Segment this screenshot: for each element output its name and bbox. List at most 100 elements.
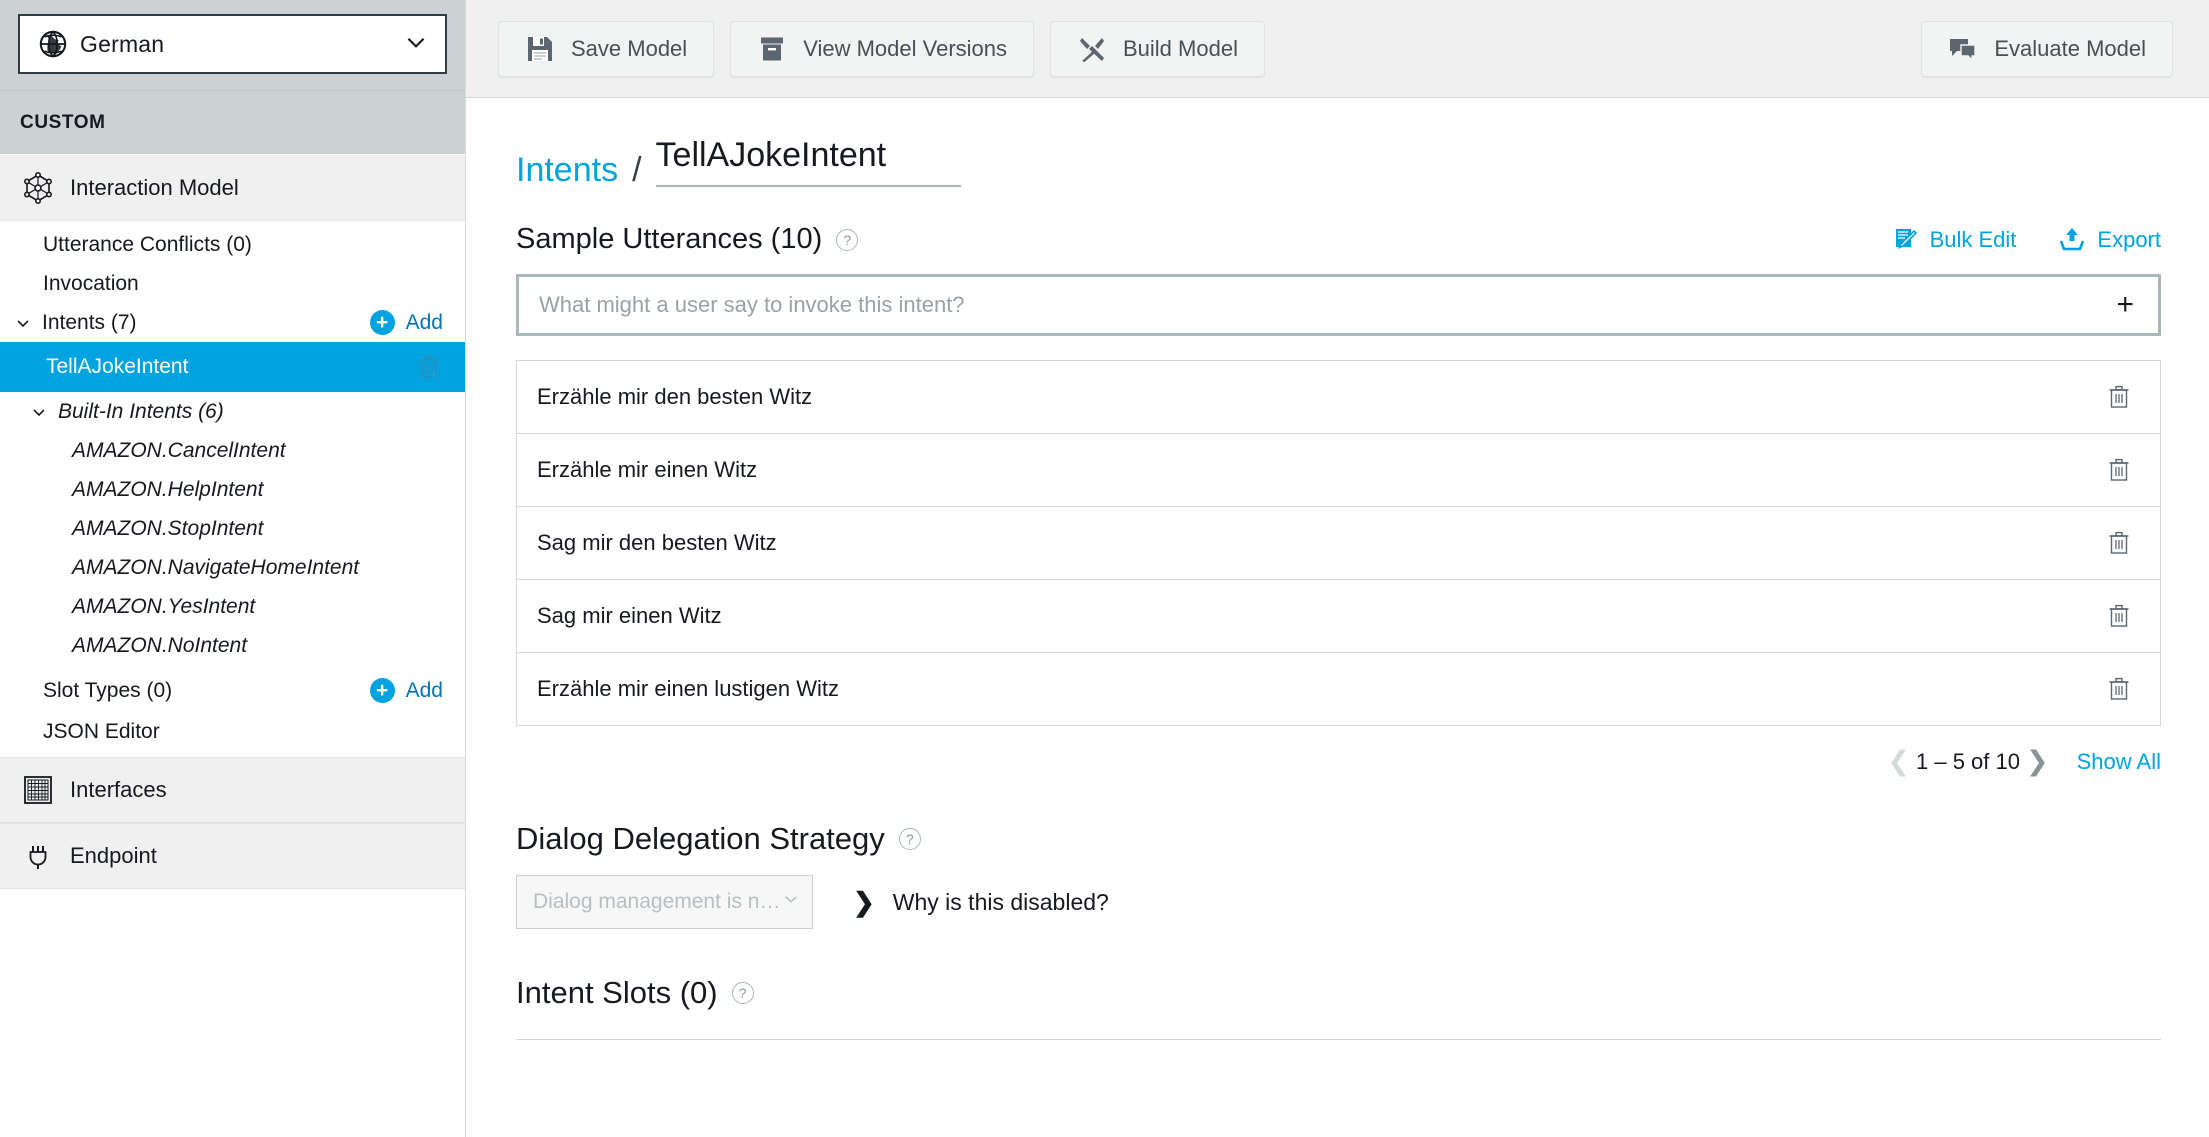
sidebar-item-label: Utterance Conflicts (0): [43, 232, 252, 256]
sidebar-item-utterance-conflicts[interactable]: Utterance Conflicts (0): [0, 225, 465, 264]
sidebar-item-built-in-intents[interactable]: Built-In Intents (6): [0, 392, 465, 431]
question-mark-icon[interactable]: ?: [731, 982, 754, 1004]
add-slot-type-button[interactable]: + Add: [369, 678, 465, 703]
utterance-text: Sag mir den besten Witz: [537, 530, 777, 555]
sidebar-tree: Utterance Conflicts (0) Invocation Inten…: [0, 221, 465, 751]
show-all-button[interactable]: Show All: [2077, 749, 2161, 775]
sidebar-item-slot-types[interactable]: Slot Types (0) + Add: [0, 671, 465, 710]
archive-box-icon: [757, 34, 787, 64]
new-utterance-input[interactable]: [539, 292, 2107, 318]
utterance-text: Erzähle mir einen lustigen Witz: [537, 676, 840, 701]
table-row[interactable]: Erzähle mir einen Witz: [517, 434, 2160, 507]
sidebar-item-interfaces[interactable]: Interfaces: [0, 757, 465, 823]
bulk-edit-button[interactable]: Bulk Edit: [1891, 226, 2017, 254]
button-label: View Model Versions: [803, 35, 1007, 61]
delete-utterance-button[interactable]: [2106, 602, 2132, 630]
question-mark-icon[interactable]: ?: [836, 228, 859, 251]
view-model-versions-button[interactable]: View Model Versions: [730, 20, 1034, 77]
action-label: Bulk Edit: [1929, 226, 2017, 252]
dialog-delegation-header: Dialog Delegation Strategy ?: [516, 821, 2161, 857]
plus-icon: +: [369, 310, 395, 335]
pagination-range: 1 – 5 of 10: [1916, 748, 2020, 774]
sidebar-item-intents[interactable]: Intents (7) + Add: [0, 303, 465, 342]
button-label: Build Model: [1123, 35, 1238, 61]
sidebar-item-label: JSON Editor: [43, 719, 160, 743]
sidebar-item-label: Interaction Model: [70, 174, 239, 200]
sidebar-item-endpoint[interactable]: Endpoint: [0, 823, 465, 889]
sidebar: German CUSTOM Interaction Model Utteranc…: [0, 0, 466, 1137]
breadcrumb-parent-link[interactable]: Intents: [516, 153, 618, 187]
interaction-model-icon: [22, 171, 54, 204]
intent-name-field[interactable]: TellAJokeIntent: [655, 138, 961, 187]
intent-slots-divider: [516, 1039, 2161, 1040]
sidebar-item-label: Slot Types (0): [43, 678, 173, 702]
chevron-down-icon[interactable]: [28, 401, 50, 423]
add-intent-button[interactable]: + Add: [369, 310, 465, 335]
delete-utterance-button[interactable]: [2106, 456, 2132, 484]
table-row[interactable]: Sag mir den besten Witz: [517, 507, 2160, 580]
sample-utterances-header: Sample Utterances (10) ? Bulk Edit Expor…: [516, 223, 2161, 256]
question-mark-icon[interactable]: ?: [898, 828, 921, 850]
table-row[interactable]: Sag mir einen Witz: [517, 580, 2160, 653]
delete-utterance-button[interactable]: [2106, 383, 2132, 411]
save-model-button[interactable]: Save Model: [498, 20, 715, 77]
sidebar-item-json-editor[interactable]: JSON Editor: [0, 712, 465, 751]
chevron-right-icon[interactable]: ❯: [2026, 748, 2049, 775]
table-row[interactable]: Erzähle mir den besten Witz: [517, 361, 2160, 434]
chevron-down-icon: [403, 29, 429, 60]
app-root: German CUSTOM Interaction Model Utteranc…: [0, 0, 2209, 1137]
evaluate-model-button[interactable]: Evaluate Model: [1921, 20, 2173, 77]
why-disabled-toggle[interactable]: ❯ Why is this disabled?: [853, 889, 1109, 916]
delete-intent-button[interactable]: [417, 354, 465, 380]
utterance-list: Erzähle mir den besten Witz Erzähle mir …: [516, 360, 2161, 726]
trash-icon: [2109, 677, 2129, 700]
chevron-left-icon[interactable]: ❮: [1887, 748, 1910, 775]
trash-icon: [2109, 458, 2129, 481]
why-disabled-label: Why is this disabled?: [892, 888, 1109, 915]
sidebar-item-label: Endpoint: [70, 843, 157, 868]
delete-utterance-button[interactable]: [2106, 675, 2132, 703]
delete-utterance-button[interactable]: [2106, 529, 2132, 557]
sidebar-item-amazon-yesintent[interactable]: AMAZON.YesIntent: [0, 587, 465, 626]
plus-icon: +: [369, 678, 395, 703]
globe-icon: [38, 29, 68, 59]
chat-bubbles-icon: [1948, 34, 1978, 64]
plug-icon: [22, 840, 54, 872]
sidebar-item-amazon-navigatehomeintent[interactable]: AMAZON.NavigateHomeIntent: [0, 548, 465, 587]
language-selector[interactable]: German: [18, 14, 447, 74]
sidebar-item-interaction-model[interactable]: Interaction Model: [0, 155, 465, 221]
chevron-down-icon: [782, 890, 800, 914]
trash-icon: [2109, 604, 2129, 627]
sidebar-item-label: AMAZON.NoIntent: [72, 633, 248, 657]
page-title: Sample Utterances (10): [516, 223, 823, 255]
sidebar-item-tellajokeintent[interactable]: TellAJokeIntent: [0, 342, 465, 392]
floppy-disk-icon: [525, 34, 555, 64]
dialog-delegation-controls: Dialog management is not enabled f... ❯ …: [516, 875, 2161, 929]
utterance-text: Erzähle mir einen Witz: [537, 457, 758, 482]
sidebar-item-amazon-helpintent[interactable]: AMAZON.HelpIntent: [0, 470, 465, 509]
sidebar-item-label: Intents (7): [42, 310, 137, 334]
top-toolbar: Save Model View Model Versions Build Mod…: [466, 0, 2209, 98]
add-label: Add: [405, 310, 443, 334]
sidebar-item-amazon-cancelintent[interactable]: AMAZON.CancelIntent: [0, 431, 465, 470]
add-utterance-button[interactable]: +: [2106, 290, 2134, 320]
language-bar: German: [0, 0, 465, 91]
sidebar-item-label: AMAZON.CancelIntent: [72, 438, 286, 462]
button-label: Save Model: [571, 35, 688, 61]
breadcrumb-separator: /: [632, 151, 642, 189]
chevron-right-icon: ❯: [853, 887, 875, 917]
chevron-down-icon[interactable]: [12, 312, 34, 334]
export-button[interactable]: Export: [2058, 226, 2161, 254]
sidebar-item-amazon-nointent[interactable]: AMAZON.NoIntent: [0, 626, 465, 665]
add-label: Add: [405, 678, 443, 702]
upload-arrow-icon: [2058, 226, 2086, 254]
utterance-text: Sag mir einen Witz: [537, 603, 722, 628]
trash-icon: [2109, 531, 2129, 554]
sidebar-item-amazon-stopintent[interactable]: AMAZON.StopIntent: [0, 509, 465, 548]
new-utterance-row: +: [516, 274, 2161, 336]
build-model-button[interactable]: Build Model: [1050, 20, 1265, 77]
table-row[interactable]: Erzähle mir einen lustigen Witz: [517, 653, 2160, 726]
sidebar-item-invocation[interactable]: Invocation: [0, 264, 465, 303]
pagination: ❮ 1 – 5 of 10 ❯ Show All: [516, 748, 2161, 775]
utterance-actions: Bulk Edit Export: [1849, 226, 2161, 254]
